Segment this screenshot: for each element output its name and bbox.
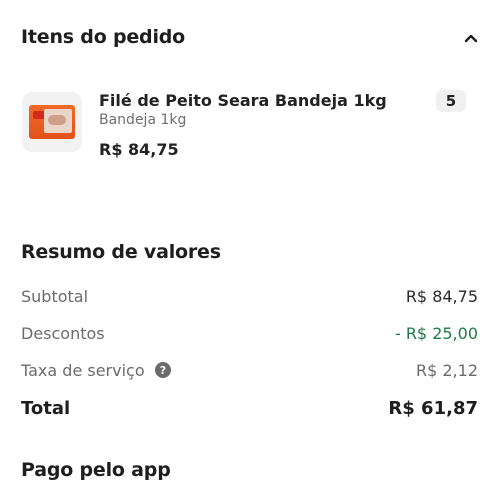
product-package-icon (29, 105, 75, 139)
summary-section-title: Resumo de valores (21, 241, 221, 263)
item-name: Filé de Peito Seara Bandeja 1kg (99, 91, 387, 110)
total-value: R$ 61,87 (388, 398, 478, 419)
service-fee-value: R$ 2,12 (415, 361, 478, 380)
chevron-up-icon[interactable] (462, 30, 480, 48)
service-fee-label: Taxa de serviço (21, 361, 145, 380)
discounts-value: - R$ 25,00 (394, 324, 478, 343)
product-thumbnail (22, 92, 82, 152)
discounts-label: Descontos (21, 324, 105, 343)
item-quantity-badge: 5 (436, 90, 466, 112)
payment-section-title: Pago pelo app (21, 459, 171, 481)
item-variant: Bandeja 1kg (99, 112, 187, 128)
total-label: Total (21, 398, 71, 419)
items-section-title: Itens do pedido (21, 26, 186, 48)
item-price: R$ 84,75 (99, 140, 179, 159)
help-icon[interactable]: ? (155, 362, 171, 378)
subtotal-label: Subtotal (21, 287, 89, 306)
subtotal-value: R$ 84,75 (405, 287, 478, 306)
